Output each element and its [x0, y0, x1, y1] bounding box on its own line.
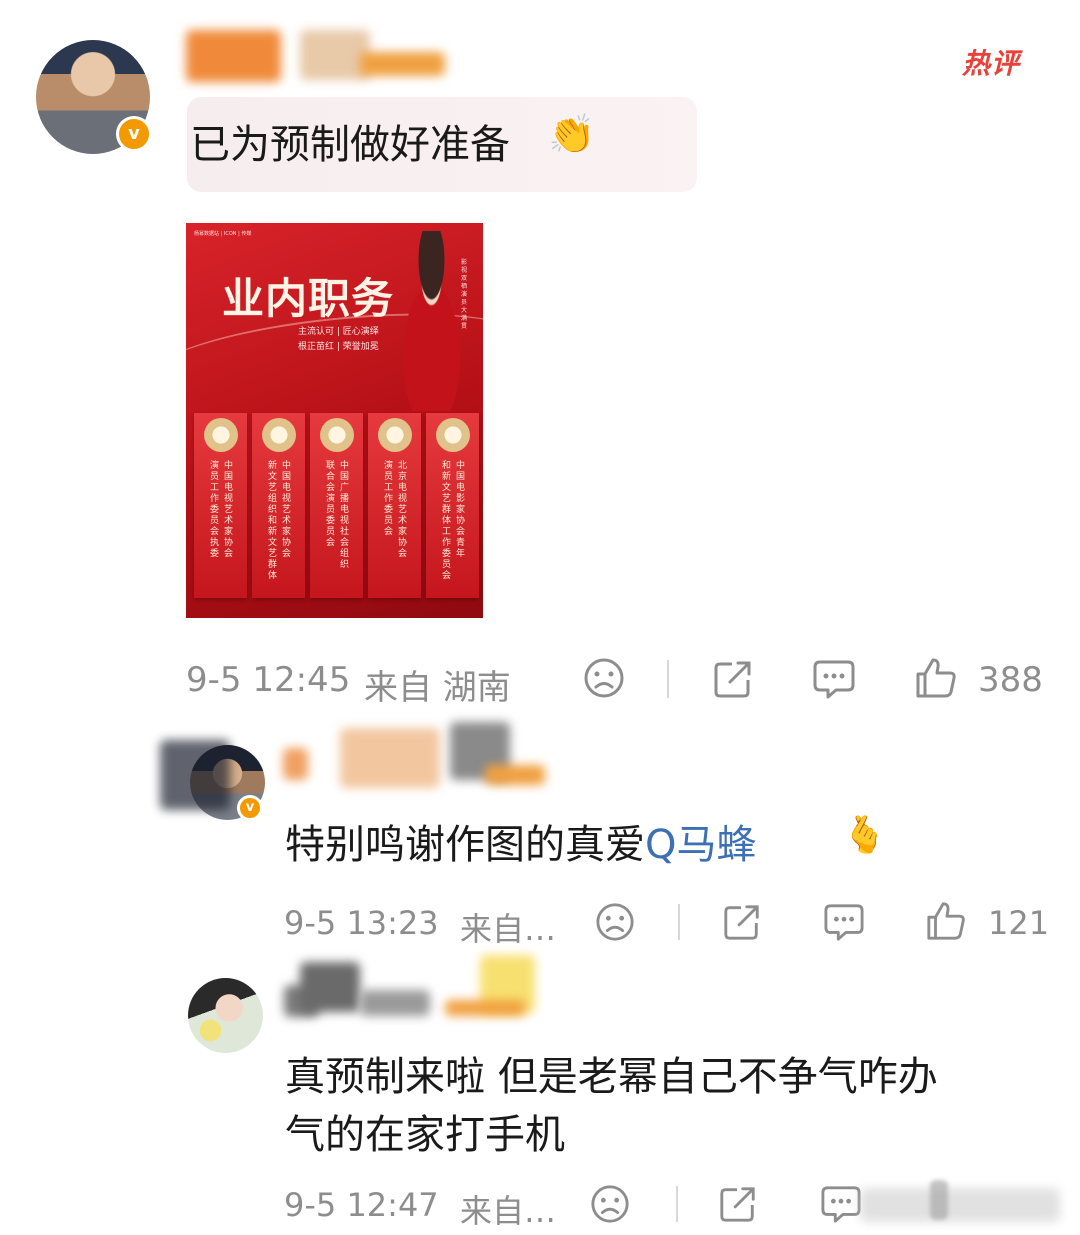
emblem-icon [378, 418, 412, 452]
poster-caption: 杨幂数据站 | ICON | 传媒 [194, 231, 252, 237]
comment-icon[interactable] [823, 902, 865, 942]
hot-comment-tag: 热评 [962, 47, 1021, 80]
share-icon[interactable] [718, 1184, 758, 1224]
thumbs-up-icon[interactable] [925, 900, 967, 942]
divider [676, 1186, 678, 1222]
poster-role-card: 北京电视艺术家协会 演员工作委员会 [368, 413, 421, 598]
sad-face-icon[interactable] [595, 902, 635, 942]
share-icon[interactable] [722, 902, 762, 942]
verified-badge: v [116, 116, 152, 152]
comment-icon[interactable] [812, 658, 856, 700]
comment-icon[interactable] [820, 1184, 862, 1224]
like-count: 121 [988, 904, 1050, 942]
poster-subline: 主流认可 | 匠心演绎 [298, 327, 379, 337]
clap-emoji: 👏 [548, 112, 596, 156]
comment-timestamp: 9-5 12:45 [186, 660, 351, 700]
verified-badge: v [237, 795, 263, 821]
poster-subline: 根正苗红 | 荣誉加冕 [298, 342, 379, 352]
poster-side-caption: 影视双栖 演员大满贯 [461, 259, 468, 330]
sad-face-icon[interactable] [583, 657, 625, 699]
divider [678, 904, 680, 940]
divider [667, 660, 669, 698]
reply-avatar[interactable] [188, 978, 263, 1053]
comment-image[interactable]: 杨幂数据站 | ICON | 传媒 业内职务 主流认可 | 匠心演绎 根正苗红 … [186, 223, 483, 618]
reply-timestamp: 9-5 12:47 [284, 1186, 439, 1224]
reply-location: 来自… [460, 910, 557, 948]
finger-heart-emoji: 🫰 [842, 815, 887, 856]
poster-role-card: 中国电视艺术家协会 新文艺组织和新文艺群体 [252, 413, 305, 598]
comment-location: 来自 湖南 [364, 668, 511, 708]
reply-location: 来自… [460, 1192, 557, 1230]
emblem-icon [320, 418, 354, 452]
mention-link[interactable]: 马蜂 [676, 822, 756, 868]
emblem-icon [436, 418, 470, 452]
reply-text-line: 真预制来啦 但是老幂自己不争气咋办 [285, 1054, 938, 1100]
like-count: 388 [978, 660, 1043, 700]
poster-title: 业内职务 [222, 274, 395, 323]
mention-search-icon[interactable]: Q [645, 822, 676, 868]
reply-timestamp: 9-5 13:23 [284, 904, 439, 942]
poster-role-card: 中国广播电视社会组织 联合会演员委员会 [310, 413, 363, 598]
reply-text: 特别鸣谢作图的真爱Q马蜂 [285, 822, 757, 868]
weibo-comment-thread: v 热评 已为预制做好准备 👏 杨幂数据站 | ICON | 传媒 业内职务 主… [0, 0, 1080, 1235]
thumbs-up-icon[interactable] [914, 656, 958, 700]
emblem-icon [204, 418, 238, 452]
sad-face-icon[interactable] [590, 1184, 630, 1224]
reply-text-line: 气的在家打手机 [285, 1112, 565, 1158]
emblem-icon [262, 418, 296, 452]
poster-role-card: 中国电视艺术家协会 演员工作委员会 执委 [194, 413, 247, 598]
comment-text: 已为预制做好准备 [190, 122, 510, 168]
avatar-scribble [160, 740, 230, 810]
poster-role-card: 中国电影家协会青年 和新文艺群体工作委员会 [426, 413, 479, 598]
share-icon[interactable] [712, 658, 754, 700]
